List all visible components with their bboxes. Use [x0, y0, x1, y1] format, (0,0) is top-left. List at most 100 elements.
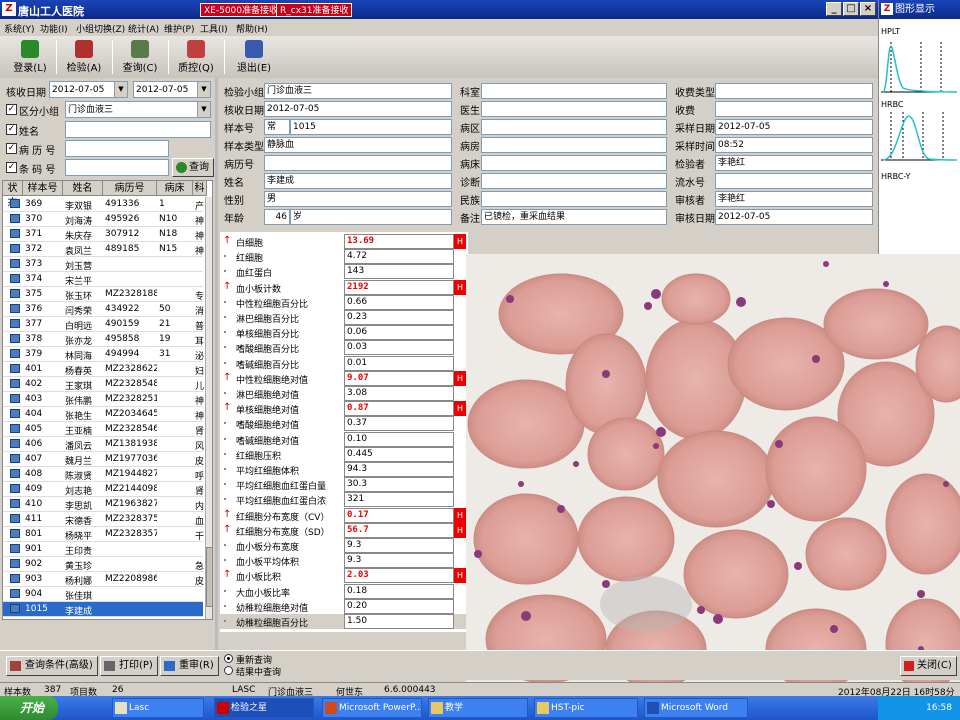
task-lasc[interactable]: Lasc [112, 698, 204, 718]
col-record[interactable]: 病历号 [103, 181, 157, 196]
result-row[interactable]: 幼稚粒细胞绝对值 0.20 [220, 598, 468, 614]
result-value-field[interactable]: 9.3 [344, 553, 454, 569]
result-value-field[interactable]: 2192 [344, 279, 454, 295]
start-button[interactable]: 开始 [0, 696, 58, 720]
table-row[interactable]: 407 魏月兰 MZ1977036 皮 [3, 452, 204, 467]
query-button[interactable]: 查询(C) [118, 38, 162, 76]
result-row[interactable]: 幼稚粒细胞百分比 1.50 [220, 614, 468, 629]
room-field[interactable] [481, 137, 667, 153]
auditor-field[interactable]: 李艳红 [715, 191, 873, 207]
fee-field[interactable] [715, 101, 873, 117]
result-table[interactable]: ↑ 白细胞 13.69 H 红细胞 4.72 血红蛋白 143 ↑ 血小板计数 2192 H 中性粒细胞… [220, 232, 468, 632]
qc-button[interactable]: 质控(Q) [174, 38, 218, 76]
result-value-field[interactable]: 0.01 [344, 355, 454, 371]
result-value-field[interactable]: 0.66 [344, 294, 454, 310]
minimize-icon[interactable]: _ [826, 2, 842, 16]
menu-group-switch[interactable]: 小组切换(Z) [76, 22, 125, 35]
sample-type-code[interactable]: 常 [264, 119, 290, 135]
result-value-field[interactable]: 0.17 [344, 507, 454, 523]
radio-requery[interactable] [224, 654, 233, 663]
result-value-field[interactable]: 0.18 [344, 583, 454, 599]
col-sample-no[interactable]: 样本号 [23, 181, 63, 196]
table-row[interactable]: 405 王亚楠 MZ2328546 肾 [3, 422, 204, 437]
diagnosis-field[interactable] [481, 173, 667, 189]
scroll-thumb[interactable] [206, 547, 212, 607]
doctor-field[interactable] [481, 101, 667, 117]
flow-no-field[interactable] [715, 173, 873, 189]
collect-date-field[interactable]: 2012-07-05 [715, 119, 873, 135]
col-status[interactable]: 状态 [3, 181, 23, 209]
menu-system[interactable]: 系统(Y) [4, 22, 35, 35]
dept-field[interactable] [481, 83, 667, 99]
result-row[interactable]: ↑ 单核细胞绝对值 0.87 H [220, 401, 468, 417]
date-from-field[interactable]: 2012-07-05 ▼ [49, 81, 128, 98]
table-row[interactable]: 801 杨晓平 MZ2328357 干 [3, 527, 204, 542]
remark-field[interactable]: 已镜检，重采血结果 [481, 209, 667, 225]
result-value-field[interactable]: 1.50 [344, 614, 454, 629]
table-row[interactable]: 902 黄玉珍急 [3, 557, 204, 572]
query-filter-button[interactable]: 查询 [172, 158, 214, 177]
result-row[interactable]: 平均红细胞血红蛋白浓 321 [220, 492, 468, 508]
barcode-field[interactable] [65, 159, 169, 176]
fee-type-field[interactable] [715, 83, 873, 99]
specimen-type-field[interactable]: 静脉血 [264, 137, 452, 153]
result-value-field[interactable]: 0.37 [344, 416, 454, 432]
table-row[interactable]: 409 刘志艳 MZ2144098 肾 [3, 482, 204, 497]
exit-button[interactable]: 退出(E) [232, 38, 276, 76]
nation-field[interactable] [481, 191, 667, 207]
result-value-field[interactable]: 94.3 [344, 462, 454, 477]
menu-statistics[interactable]: 统计(A) [128, 22, 159, 35]
result-value-field[interactable]: 2.03 [344, 568, 454, 584]
result-value-field[interactable]: 0.03 [344, 340, 454, 356]
result-row[interactable]: 大血小板比率 0.18 [220, 583, 468, 599]
result-row[interactable]: 嗜酸细胞百分比 0.03 [220, 340, 468, 356]
record-checkbox[interactable]: ✓ [6, 143, 17, 154]
result-value-field[interactable]: 0.10 [344, 431, 454, 447]
table-row[interactable]: 372 袁凤兰 489185 N15 神 [3, 242, 204, 257]
table-row[interactable]: 406 潘凤云 MZ1381938 风 [3, 437, 204, 452]
table-row[interactable]: 375 张玉环 MZ2328188 专 [3, 287, 204, 302]
result-row[interactable]: 中性粒细胞百分比 0.66 [220, 294, 468, 310]
task-word[interactable]: Microsoft Word [644, 698, 748, 718]
ward-field[interactable] [481, 119, 667, 135]
result-value-field[interactable]: 3.08 [344, 386, 454, 401]
result-value-field[interactable]: 9.3 [344, 538, 454, 553]
collect-time-field[interactable]: 08:52 [715, 137, 873, 153]
table-row[interactable]: 901 王印贵 [3, 542, 203, 557]
result-row[interactable]: 血小板平均体积 9.3 [220, 553, 468, 569]
task-hst-pic[interactable]: HST-pic [534, 698, 638, 718]
group-select[interactable]: 门诊血液三 ▼ [65, 101, 211, 118]
result-row[interactable]: 平均红细胞血红蛋白量 30.3 [220, 477, 468, 493]
bed-field[interactable] [481, 155, 667, 171]
name-field[interactable] [65, 121, 211, 138]
result-row[interactable]: ↑ 血小板计数 2192 H [220, 279, 468, 295]
task-teaching-folder[interactable]: 教学 [428, 698, 528, 718]
name-checkbox[interactable]: ✓ [6, 124, 17, 135]
age-unit-field[interactable]: 岁 [290, 209, 452, 225]
result-row[interactable]: ↑ 白细胞 13.69 H [220, 234, 468, 249]
result-value-field[interactable]: 0.87 [344, 401, 454, 417]
audit-date-field[interactable]: 2012-07-05 [715, 209, 873, 225]
chevron-down-icon[interactable]: ▼ [114, 82, 127, 97]
table-row[interactable]: 370 刘海涛 495926 N10 神 [3, 212, 204, 227]
instrument-status-xe5000[interactable]: XE-5000准备接收 [200, 3, 283, 17]
result-row[interactable]: 红细胞压积 0.445 [220, 446, 468, 462]
maximize-icon[interactable]: □ [843, 2, 859, 16]
result-value-field[interactable]: 0.20 [344, 598, 454, 614]
result-value-field[interactable]: 4.72 [344, 249, 454, 265]
menu-tools[interactable]: 工具(I) [200, 22, 228, 35]
age-field[interactable]: 46 [264, 209, 290, 225]
result-row[interactable]: ↑ 红细胞分布宽度（SD） 56.7 H [220, 522, 468, 538]
table-row[interactable]: 374 宋兰平 [3, 272, 203, 287]
result-row[interactable]: 平均红细胞体积 94.3 [220, 462, 468, 477]
table-row[interactable]: 369 李双银 491336 1 产 [3, 197, 204, 212]
sample-no-field[interactable]: 1015 [290, 119, 452, 135]
grid-scrollbar[interactable] [205, 197, 212, 619]
table-row[interactable]: 378 张亦龙 495858 19 耳 [3, 332, 204, 347]
instrument-status-cx31[interactable]: R_cx31准备接收 [276, 3, 353, 17]
date-to-field[interactable]: 2012-07-05 ▼ [133, 81, 211, 98]
col-bed[interactable]: 病床 [157, 181, 193, 196]
receive-date-field[interactable]: 2012-07-05 [264, 101, 452, 117]
record-info-field[interactable] [264, 155, 452, 171]
col-dept[interactable]: 科 [193, 181, 207, 196]
